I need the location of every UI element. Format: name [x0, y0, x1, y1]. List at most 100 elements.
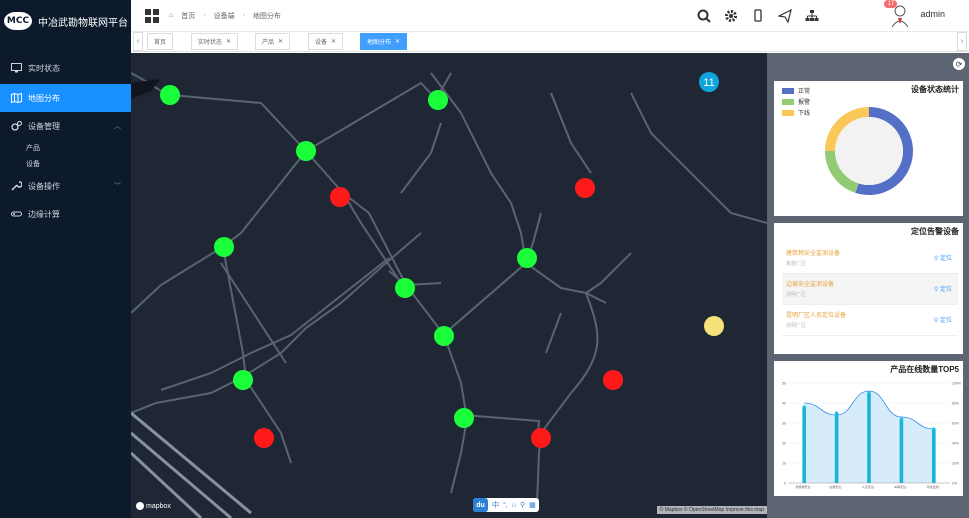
map-icon	[10, 93, 22, 103]
map-provider-badge[interactable]: du	[473, 498, 488, 512]
tab-map[interactable]: 地图分布 ✕	[360, 33, 408, 50]
apps-grid-icon[interactable]	[145, 8, 159, 23]
send-icon[interactable]	[778, 9, 792, 23]
search-icon[interactable]	[697, 9, 711, 23]
alarm-list: 建筑物安全监测设备 某施厂区 ⚲ 定位 边坡安全监测设备 昆明厂区 ⚲ 定位 昆…	[782, 243, 958, 336]
status-card: 设备状态统计 正常 报警 下线	[774, 81, 963, 216]
sidebar-item-label: 地图分布	[28, 93, 60, 103]
device-marker-online[interactable]	[214, 237, 234, 257]
device-marker-online[interactable]	[434, 326, 454, 346]
toolbar-grid-button[interactable]: ▦	[529, 501, 536, 509]
chevron-down-icon: ﹀	[114, 183, 121, 190]
tab-home[interactable]: 首页	[147, 33, 174, 50]
logo: MCC	[4, 12, 32, 30]
toolbar-punct-button[interactable]: °,	[503, 502, 508, 509]
list-item: 边坡安全监测设备 昆明厂区 ⚲ 定位	[782, 274, 958, 305]
tab-scroll-left-icon[interactable]: ‹	[133, 32, 143, 51]
y2-tick-label: 60%	[952, 422, 959, 426]
right-panel: ⟳ 设备状态统计 正常 报警 下线 定位告警设备 建筑物安全监测设备 某施厂区 …	[767, 53, 969, 518]
close-icon[interactable]: ✕	[331, 38, 336, 45]
locate-button[interactable]: ⚲ 定位	[934, 253, 952, 262]
y2-tick-label: 40%	[952, 442, 959, 446]
map-canvas[interactable]: 11 mapbox du 中 °, ⌂ ⚲ ▦ © Mapbox © OpenS…	[131, 53, 767, 518]
device-marker-online[interactable]	[296, 141, 316, 161]
app-root: MCC 中冶武勘物联网平台 实时状态 地图分布 设备管理 ︿ 产品 设备 设备操…	[0, 0, 969, 518]
breadcrumb-item[interactable]: 首页	[181, 11, 195, 21]
locate-button[interactable]: ⚲ 定位	[934, 315, 952, 324]
device-marker-online[interactable]	[160, 85, 180, 105]
y2-tick-label: 0%	[952, 482, 957, 486]
bar[interactable]	[802, 407, 806, 483]
sidebar-subitem-device[interactable]: 设备	[0, 156, 131, 172]
cluster-count: 11	[703, 77, 714, 89]
user-menu[interactable]: 17 admin	[884, 0, 945, 28]
refresh-icon[interactable]: ⟳	[953, 58, 965, 70]
sidebar-item-edge-computing[interactable]: 边缘计算	[0, 200, 131, 228]
tab-product[interactable]: 产品 ✕	[255, 33, 291, 50]
tab-realtime[interactable]: 实时状态 ✕	[191, 33, 239, 50]
sidebar-item-device-management[interactable]: 设备管理 ︿	[0, 112, 131, 140]
list-item: 建筑物安全监测设备 某施厂区 ⚲ 定位	[782, 243, 958, 274]
breadcrumb-item[interactable]: 设备端	[214, 11, 235, 21]
tab-scroll-right-icon[interactable]: ›	[957, 32, 967, 51]
mapbox-logo[interactable]: mapbox	[136, 502, 171, 510]
alarm-device-name: 建筑物安全监测设备	[786, 251, 841, 257]
x-tick-label: 环境监测...	[927, 484, 942, 489]
device-marker-online[interactable]	[517, 248, 537, 268]
device-marker-alarm[interactable]	[531, 428, 551, 448]
edge-icon	[10, 209, 22, 219]
top5-chart: 0 10 20 30 40 50 0% 20% 40% 60% 80% 100% 建筑物安全... 边坡安…	[782, 382, 961, 490]
device-marker-offline[interactable]	[704, 316, 724, 336]
device-marker-online[interactable]	[395, 278, 415, 298]
sidebar-item-map[interactable]: 地图分布	[0, 84, 131, 112]
bar[interactable]	[867, 393, 871, 483]
sidebar-nav: 实时状态 地图分布 设备管理 ︿ 产品 设备 设备操作 ﹀ 边缘计算	[0, 54, 131, 228]
device-marker-alarm[interactable]	[330, 187, 350, 207]
x-tick-label: 车辆定位...	[894, 484, 909, 489]
toolbar-user-button[interactable]: ⚲	[520, 501, 525, 509]
sidebar-item-label: 设备操作	[28, 181, 60, 191]
device-marker-alarm[interactable]	[254, 428, 274, 448]
y-tick-label: 30	[782, 422, 786, 426]
toolbar-lang-button[interactable]: 中	[492, 500, 499, 510]
bar[interactable]	[834, 413, 839, 483]
device-marker-alarm[interactable]	[575, 178, 595, 198]
avatar: 17	[884, 0, 910, 28]
map-attribution[interactable]: © Mapbox © OpenStreetMap Improve this ma…	[656, 506, 767, 514]
alarm-device-location: 昆明厂区	[786, 323, 807, 329]
tab-label: 首页	[154, 40, 167, 46]
bar-cap	[867, 391, 871, 395]
bar-cap	[835, 411, 839, 415]
close-icon[interactable]: ✕	[395, 38, 400, 45]
device-marker-alarm[interactable]	[603, 370, 623, 390]
tab-device[interactable]: 设备 ✕	[308, 33, 344, 50]
gears-icon	[10, 121, 22, 131]
app-title: 中冶武勘物联网平台	[38, 17, 128, 29]
gear-icon[interactable]	[724, 9, 738, 23]
bar[interactable]	[899, 419, 904, 483]
notification-badge: 17	[884, 0, 898, 8]
bar-cap	[899, 417, 903, 421]
bar[interactable]	[932, 429, 936, 483]
close-icon[interactable]: ✕	[226, 38, 231, 45]
device-marker-online[interactable]	[454, 408, 474, 428]
y2-tick-label: 80%	[952, 402, 959, 406]
sidebar-subitem-product[interactable]: 产品	[0, 140, 131, 156]
device-marker-online[interactable]	[233, 370, 253, 390]
home-icon: ⌂	[169, 12, 174, 19]
tab-label: 设备	[315, 40, 328, 46]
mobile-icon[interactable]	[751, 9, 765, 23]
sidebar-item-realtime[interactable]: 实时状态	[0, 54, 131, 82]
org-chart-icon[interactable]	[805, 9, 819, 23]
y-tick-label: 10	[782, 462, 786, 466]
alarm-device-location: 昆明厂区	[786, 292, 807, 298]
locate-button[interactable]: ⚲ 定位	[934, 284, 952, 293]
sidebar-item-label: 设备管理	[28, 121, 60, 131]
monitor-icon	[10, 63, 22, 73]
sidebar-item-device-operation[interactable]: 设备操作 ﹀	[0, 172, 131, 200]
top-header: ⌂ 首页 › 设备端 › 地图分布 17 admin	[131, 0, 969, 32]
bar-cap	[802, 405, 806, 409]
close-icon[interactable]: ✕	[278, 38, 283, 45]
toolbar-home-button[interactable]: ⌂	[512, 502, 516, 509]
device-marker-online[interactable]	[428, 90, 448, 110]
